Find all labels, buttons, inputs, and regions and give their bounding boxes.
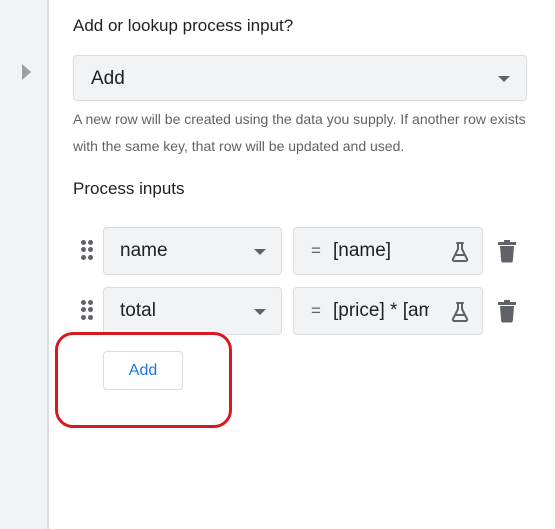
expression-value: [price] * [amount] (333, 300, 429, 321)
chevron-right-icon[interactable] (22, 64, 31, 80)
chevron-down-icon (254, 309, 266, 315)
process-inputs-heading: Process inputs (73, 179, 185, 198)
lookup-mode-value: Add (91, 68, 125, 89)
equals-sign: = (311, 301, 321, 320)
chevron-down-icon (254, 249, 266, 255)
flask-icon[interactable] (448, 300, 472, 324)
lookup-mode-select[interactable]: Add (73, 55, 527, 101)
lookup-mode-heading: Add or lookup process input? (73, 16, 294, 35)
drag-handle-icon[interactable] (81, 240, 93, 260)
input-expression-field[interactable]: = [name] (293, 227, 483, 275)
process-input-row: total = [price] * [amount] (0, 287, 555, 335)
input-expression-field[interactable]: = [price] * [amount] (293, 287, 483, 335)
input-key-select[interactable]: name (103, 227, 282, 275)
trash-icon[interactable] (497, 239, 517, 263)
chevron-down-icon (498, 76, 510, 82)
flask-icon[interactable] (448, 240, 472, 264)
trash-icon[interactable] (497, 299, 517, 323)
input-key-select[interactable]: total (103, 287, 282, 335)
process-input-row: name = [name] (0, 227, 555, 275)
input-key-value: total (120, 300, 156, 321)
drag-handle-icon[interactable] (81, 300, 93, 320)
annotation-highlight (55, 332, 232, 428)
lookup-mode-help-text: A new row will be created using the data… (73, 111, 526, 154)
equals-sign: = (311, 241, 321, 260)
expression-value: [name] (333, 240, 392, 261)
input-key-value: name (120, 240, 168, 261)
